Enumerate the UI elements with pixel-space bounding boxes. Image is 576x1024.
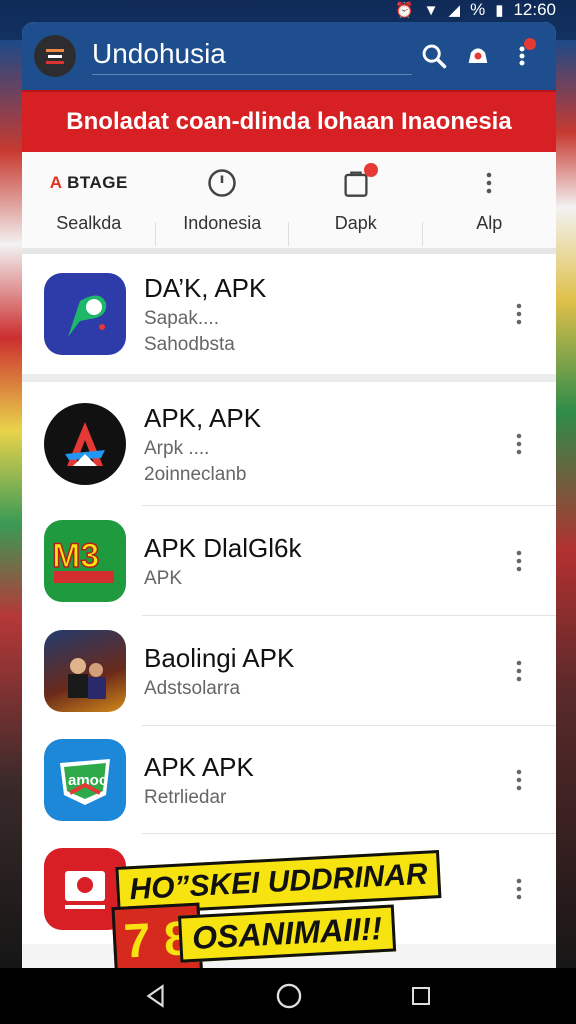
item-title: APK APK bbox=[144, 751, 254, 782]
svg-text:M3: M3 bbox=[52, 537, 99, 575]
item-subtitle: Adstsolarra bbox=[144, 677, 241, 699]
category-tabs: A BTAGE Sealkda Indonesia Dapk Alp bbox=[22, 152, 556, 254]
list-item[interactable]: amoo APK APK Retrliedar bbox=[22, 726, 556, 834]
app-title: Undohusia bbox=[92, 38, 412, 75]
background-right-edge bbox=[554, 40, 576, 970]
item-title: Baolingi APK bbox=[144, 642, 295, 673]
tab-label: Indonesia bbox=[183, 212, 262, 233]
item-title: DA’K, APK bbox=[144, 272, 267, 303]
overflow-menu-button[interactable] bbox=[500, 34, 544, 78]
more-vert-icon bbox=[516, 433, 522, 455]
promo-banner[interactable]: Bnoladat coan-dlinda lohaan Inaonesia bbox=[22, 90, 556, 152]
battery-percent: % bbox=[470, 0, 486, 19]
item-menu-button[interactable] bbox=[504, 549, 534, 573]
app-window: Undohusia Bnoladat coan-dlinda lohaan In… bbox=[22, 22, 556, 968]
item-subtitle: Retrliedar bbox=[144, 786, 227, 808]
item-title: APK DlalGl6k bbox=[144, 532, 302, 563]
tab-alp[interactable]: Alp bbox=[423, 152, 557, 248]
item-menu-button[interactable] bbox=[504, 302, 534, 326]
more-vert-icon bbox=[516, 878, 522, 900]
app-list: DA’K, APK Sapak.... Sahodbsta APK, APK A… bbox=[22, 254, 556, 944]
home-icon[interactable] bbox=[275, 982, 303, 1010]
promo-subline: OSANIMAII!! bbox=[177, 904, 397, 963]
item-menu-button[interactable] bbox=[504, 432, 534, 456]
movie-poster-icon bbox=[44, 630, 126, 712]
bell-icon bbox=[468, 48, 488, 63]
m3-icon: M3 bbox=[44, 520, 126, 602]
clock-icon bbox=[208, 168, 236, 197]
item-subtitle: Sapak.... bbox=[144, 307, 219, 329]
list-item[interactable]: APK, APK Arpk .... 2oinneclanb bbox=[22, 382, 556, 506]
tab-badge bbox=[363, 162, 378, 177]
tab-label: Sealkda bbox=[56, 212, 122, 233]
a-letter-icon bbox=[44, 403, 126, 485]
battery-icon: ▮ bbox=[495, 2, 504, 19]
signal-icon: ◢ bbox=[448, 2, 461, 19]
recents-icon[interactable] bbox=[409, 984, 433, 1008]
brand-mark-icon: A BTAGE bbox=[49, 172, 128, 192]
item-subtitle: Arpk .... bbox=[144, 437, 210, 459]
tab-sealkda[interactable]: A BTAGE Sealkda bbox=[22, 152, 156, 248]
section-divider bbox=[22, 374, 556, 382]
background-left-edge bbox=[0, 40, 24, 970]
back-icon[interactable] bbox=[143, 983, 169, 1009]
alarm-icon: ⏰ bbox=[394, 2, 414, 19]
app-logo[interactable] bbox=[34, 35, 76, 77]
notification-badge bbox=[524, 38, 536, 50]
status-bar: ⏰ ▼ ◢ % ▮ 12:60 bbox=[0, 0, 576, 20]
item-subtitle: APK bbox=[144, 567, 183, 589]
tab-label: Alp bbox=[476, 212, 503, 233]
item-subtitle-2: Sahodbsta bbox=[144, 333, 235, 355]
more-vert-icon bbox=[516, 660, 522, 682]
more-vert-icon bbox=[486, 172, 492, 193]
more-vert-icon bbox=[516, 769, 522, 791]
shield-badge-icon: amoo bbox=[44, 739, 126, 821]
promo-sticker[interactable]: HO”SKEI UDDRINAR 7 8 OSANIMAII!! bbox=[111, 849, 460, 978]
tab-dapk[interactable]: Dapk bbox=[289, 152, 423, 248]
item-title: APK, APK bbox=[144, 402, 262, 433]
tab-indonesia[interactable]: Indonesia bbox=[156, 152, 290, 248]
search-button[interactable] bbox=[412, 34, 456, 78]
search-icon bbox=[422, 44, 447, 69]
system-nav-bar bbox=[0, 968, 576, 1024]
list-item[interactable]: M3 APK DlalGl6k APK bbox=[22, 506, 556, 616]
item-menu-button[interactable] bbox=[504, 768, 534, 792]
app-bar: Undohusia bbox=[22, 22, 556, 90]
tab-label: Dapk bbox=[334, 212, 377, 233]
list-item[interactable]: Baolingi APK Adstsolarra bbox=[22, 616, 556, 726]
list-item[interactable]: DA’K, APK Sapak.... Sahodbsta bbox=[22, 254, 556, 374]
item-menu-button[interactable] bbox=[504, 659, 534, 683]
play-leaf-icon bbox=[44, 273, 126, 355]
status-time: 12:60 bbox=[513, 0, 556, 19]
item-menu-button[interactable] bbox=[504, 877, 534, 901]
more-vert-icon bbox=[516, 550, 522, 572]
notifications-button[interactable] bbox=[456, 34, 500, 78]
wifi-icon: ▼ bbox=[423, 1, 439, 19]
more-vert-icon bbox=[516, 303, 522, 325]
item-subtitle-2: 2oinneclanb bbox=[144, 463, 247, 485]
